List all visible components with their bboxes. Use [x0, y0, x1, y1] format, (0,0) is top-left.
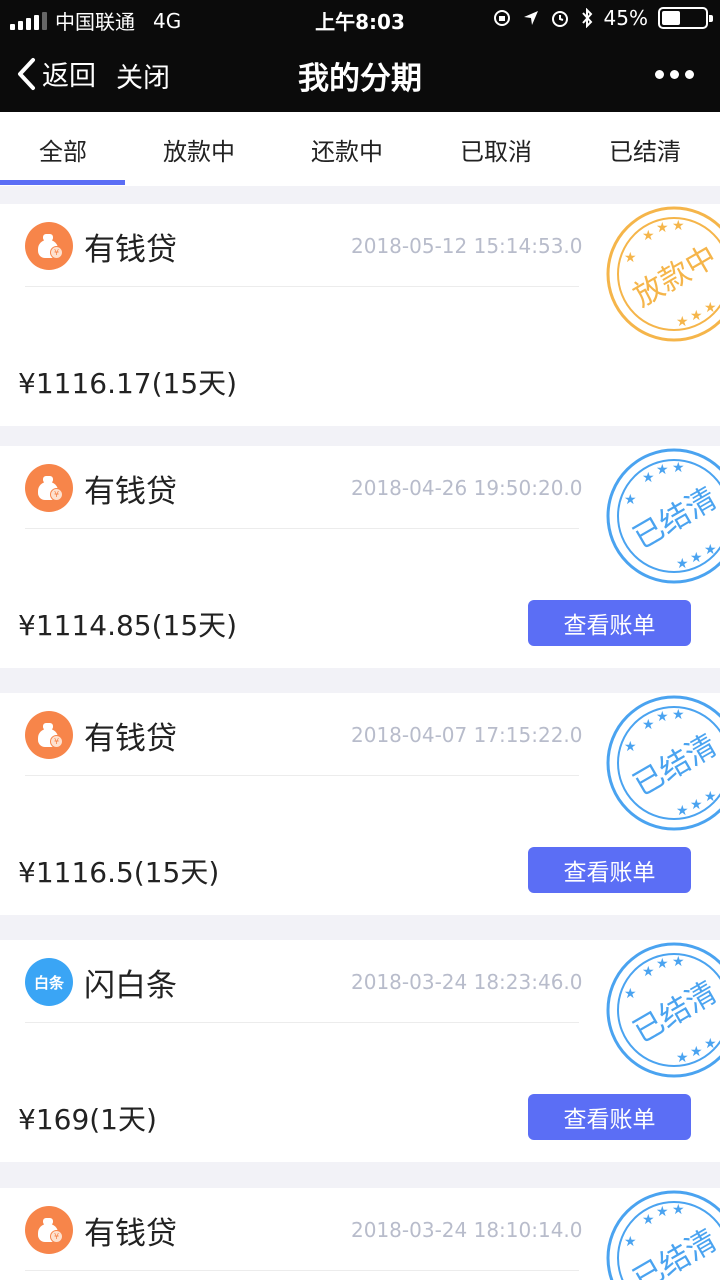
svg-text:★: ★ [624, 1234, 637, 1250]
divider [25, 528, 579, 529]
svg-text:★: ★ [624, 492, 637, 508]
page-title: 我的分期 [298, 61, 422, 97]
svg-text:★: ★ [656, 709, 669, 725]
svg-text:★: ★ [624, 739, 637, 755]
loan-card[interactable]: ¥ 有钱贷 2018-04-07 17:15:22.0 ¥1116.5(15天)… [0, 693, 720, 915]
loan-date: 2018-03-24 18:23:46.0 [351, 970, 583, 994]
money-bag-icon: ¥ [25, 222, 73, 270]
divider [25, 1022, 579, 1023]
loan-card[interactable]: ¥ 有钱贷 2018-04-26 19:50:20.0 ¥1114.85(15天… [0, 446, 720, 668]
baitiao-icon: 白条 [25, 958, 73, 1006]
loan-date: 2018-05-12 15:14:53.0 [351, 234, 583, 258]
loan-date: 2018-04-26 19:50:20.0 [351, 476, 583, 500]
status-stamp: ★ ★ ★ ★ ★ ★ ★ 已结清 [606, 695, 720, 831]
tab-all[interactable]: 全部 [0, 132, 133, 167]
svg-text:★: ★ [624, 250, 637, 266]
loan-date: 2018-04-07 17:15:22.0 [351, 723, 583, 747]
divider [25, 286, 579, 287]
svg-text:★: ★ [672, 460, 685, 476]
svg-text:★: ★ [672, 1202, 685, 1218]
tab-disbursing[interactable]: 放款中 [129, 132, 269, 167]
view-bill-button[interactable]: 查看账单 [528, 1094, 691, 1140]
loan-date: 2018-03-24 18:10:14.0 [351, 1218, 583, 1242]
svg-text:★: ★ [690, 308, 703, 324]
svg-text:★: ★ [704, 542, 717, 558]
battery-percent: 45% [603, 6, 648, 30]
divider [25, 775, 579, 776]
svg-text:★: ★ [642, 228, 655, 244]
svg-text:★: ★ [676, 314, 689, 330]
status-stamp: ★ ★ ★ ★ ★ ★ ★ 已结清 [606, 942, 720, 1078]
loan-name: 有钱贷 [84, 1216, 177, 1252]
svg-text:★: ★ [642, 470, 655, 486]
svg-text:★: ★ [690, 797, 703, 813]
tab-repaying[interactable]: 还款中 [277, 132, 417, 167]
filter-tabs: 全部 放款中 还款中 已取消 已结清 [0, 112, 720, 186]
status-stamp-text: 已结清 [628, 1223, 720, 1280]
active-tab-indicator [0, 180, 125, 185]
tab-settled[interactable]: 已结清 [575, 132, 715, 167]
svg-text:★: ★ [704, 300, 717, 316]
view-bill-button[interactable]: 查看账单 [528, 600, 691, 646]
svg-text:★: ★ [656, 956, 669, 972]
money-bag-icon: ¥ [25, 464, 73, 512]
tab-cancelled[interactable]: 已取消 [426, 132, 566, 167]
loan-name: 有钱贷 [84, 721, 177, 757]
svg-text:★: ★ [656, 462, 669, 478]
svg-text:★: ★ [656, 1204, 669, 1220]
loan-name: 闪白条 [84, 968, 177, 1004]
svg-text:★: ★ [656, 220, 669, 236]
svg-text:★: ★ [690, 1044, 703, 1060]
orientation-lock-icon [493, 10, 510, 26]
svg-text:★: ★ [672, 218, 685, 234]
status-stamp: ★ ★ ★ ★ 已结清 [606, 1190, 720, 1280]
svg-text:★: ★ [676, 803, 689, 819]
loan-card[interactable]: ¥ 有钱贷 2018-03-24 18:10:14.0 ★ ★ ★ ★ 已结清 [0, 1188, 720, 1280]
svg-text:★: ★ [676, 1050, 689, 1066]
svg-text:★: ★ [704, 1036, 717, 1052]
status-stamp: ★ ★ ★ ★ ★ ★ ★ 已结清 [606, 448, 720, 584]
loan-name: 有钱贷 [84, 232, 177, 268]
divider [25, 1270, 579, 1271]
svg-text:★: ★ [624, 986, 637, 1002]
status-bar: 中国联通 4G 上午8:03 45% [0, 0, 720, 36]
nav-bar: 返回 关闭 我的分期 [0, 36, 720, 112]
more-options-icon[interactable] [655, 70, 694, 79]
loan-card[interactable]: 白条 闪白条 2018-03-24 18:23:46.0 ¥169(1天) 查看… [0, 940, 720, 1162]
loan-amount: ¥1116.5(15天) [18, 856, 220, 889]
svg-text:★: ★ [672, 707, 685, 723]
loan-amount: ¥169(1天) [18, 1103, 157, 1136]
view-bill-button[interactable]: 查看账单 [528, 847, 691, 893]
svg-text:★: ★ [704, 789, 717, 805]
alarm-icon [551, 11, 568, 27]
status-stamp: ★ ★ ★ ★ ★ ★ ★ 放款中 [606, 206, 720, 342]
svg-text:★: ★ [642, 964, 655, 980]
svg-text:★: ★ [642, 717, 655, 733]
money-bag-icon: ¥ [25, 711, 73, 759]
svg-text:★: ★ [642, 1212, 655, 1228]
svg-text:★: ★ [672, 954, 685, 970]
svg-text:★: ★ [676, 556, 689, 572]
location-icon [523, 11, 538, 25]
money-bag-icon: ¥ [25, 1206, 73, 1254]
loan-amount: ¥1116.17(15天) [18, 367, 238, 400]
loan-name: 有钱贷 [84, 474, 177, 510]
bluetooth-icon [581, 8, 592, 28]
loan-amount: ¥1114.85(15天) [18, 609, 238, 642]
loan-card[interactable]: ¥ 有钱贷 2018-05-12 15:14:53.0 ¥1116.17(15天… [0, 204, 720, 426]
battery-icon [658, 7, 713, 29]
svg-text:★: ★ [690, 550, 703, 566]
